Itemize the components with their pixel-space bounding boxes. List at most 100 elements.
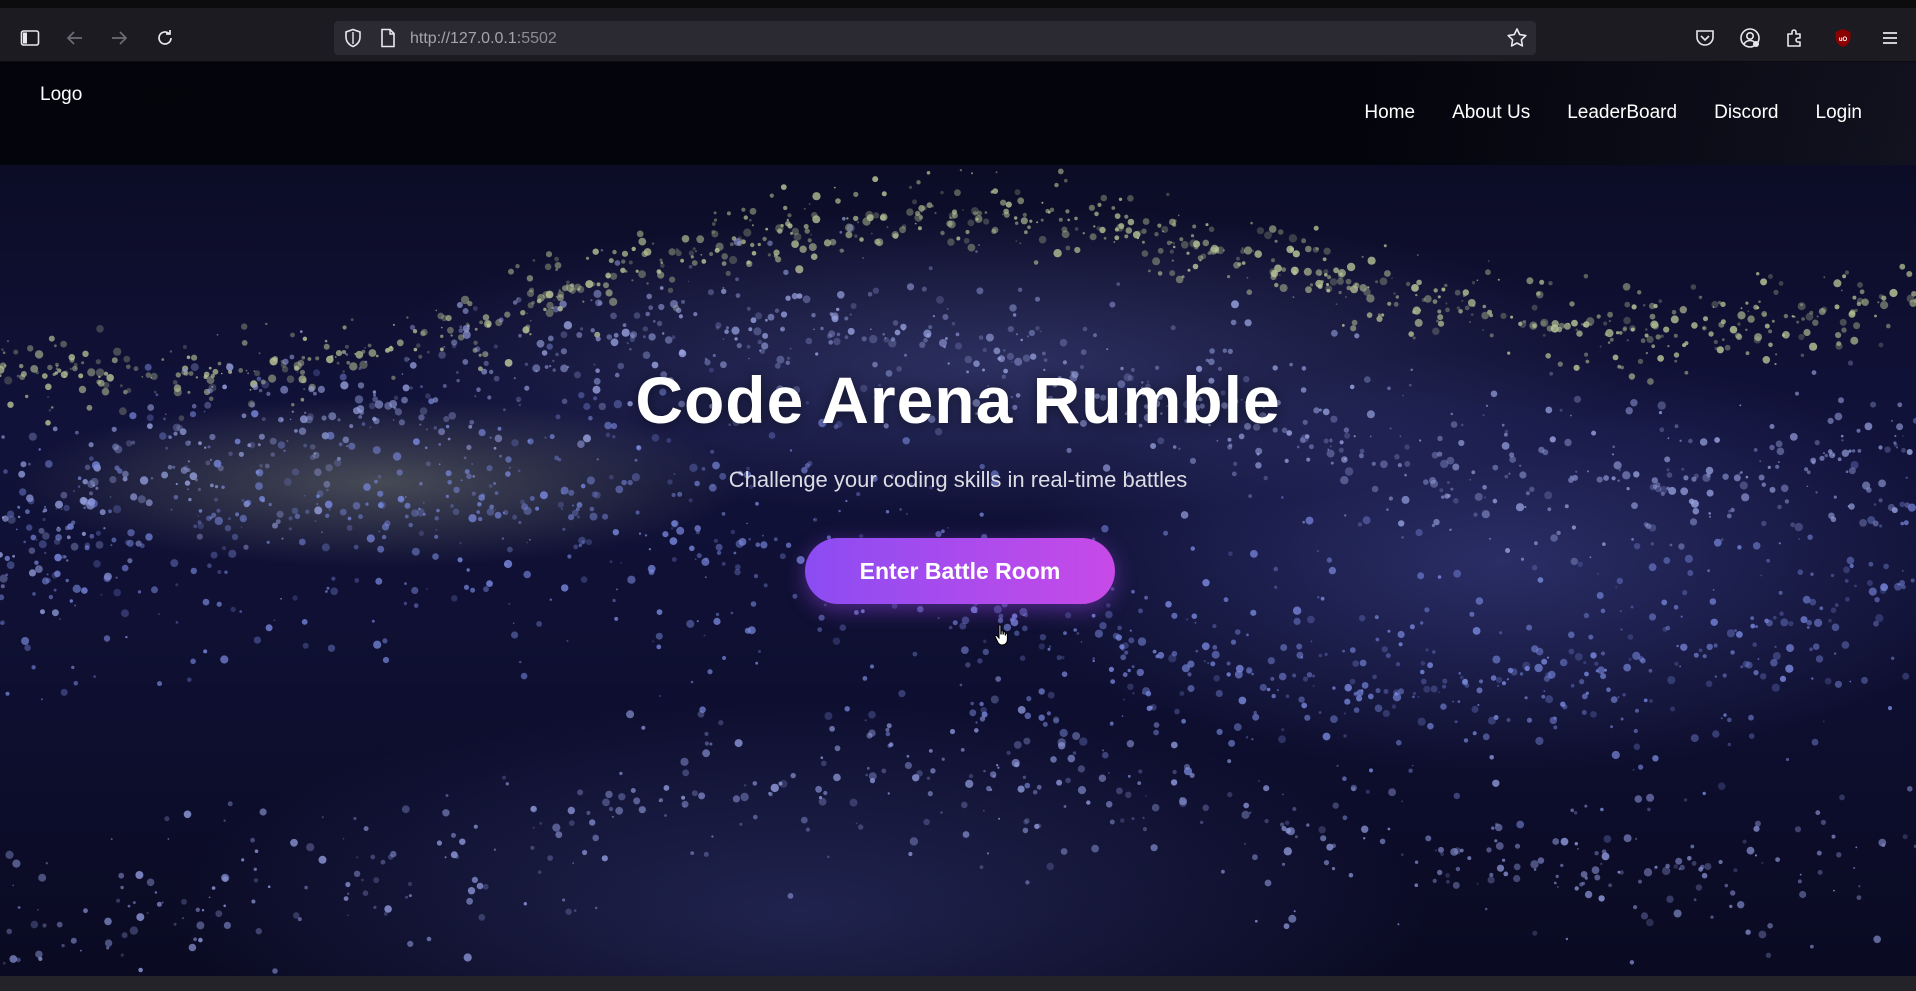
particle-dot [400,497,404,500]
particle-dot [1063,805,1067,808]
particle-dot [450,334,453,337]
particle-dot [761,342,769,350]
particle-dot [1035,326,1040,331]
particle-dot [657,271,665,279]
particle-dot [1545,353,1551,359]
particle-dot [883,337,889,343]
particle-dot [172,465,176,469]
particle-dot [726,326,729,330]
particle-dot [3,469,8,474]
ublock-icon[interactable]: uO [1829,24,1857,52]
particle-dot [1289,362,1293,367]
particle-dot [1660,334,1664,338]
particle-dot [1080,641,1083,643]
particle-dot [1870,401,1877,408]
particle-dot [69,367,73,371]
particle-dot [69,599,74,603]
particle-dot [207,563,212,568]
particle-dot [1623,834,1632,843]
particle-dot [1145,690,1152,697]
particle-dot [445,494,449,498]
particle-dot [42,517,46,522]
particle-dot [1437,314,1444,321]
particle-dot [1570,557,1579,566]
nav-link-leaderboard[interactable]: LeaderBoard [1567,102,1677,124]
back-arrow-icon[interactable] [61,24,89,52]
sidebar-icon[interactable] [16,24,44,52]
particle-dot [1344,683,1352,692]
particle-dot [1133,391,1139,397]
particle-dot [1720,319,1726,325]
particle-dot [129,926,139,935]
particle-dot [1151,803,1160,812]
particle-dot [1544,491,1553,500]
nav-link-discord[interactable]: Discord [1714,102,1778,124]
particle-dot [1487,260,1490,262]
particle-dot [1331,843,1337,848]
particle-dot [1033,260,1039,265]
particle-dot [1690,499,1699,508]
particle-dot [1294,267,1297,270]
particle-dot [95,530,101,536]
particle-dot [89,499,98,508]
particle-dot [1246,289,1253,295]
particle-dot [1022,827,1029,834]
particle-dot [1482,733,1490,741]
particle-dot [183,810,192,819]
enter-battle-room-button[interactable]: Enter Battle Room [805,538,1115,604]
particle-dot [44,551,47,555]
particle-dot [1288,914,1297,923]
particle-dot [1246,276,1249,279]
particle-dot [652,640,655,643]
particle-dot [1461,423,1464,427]
particle-dot [1057,168,1064,175]
particle-dot [1710,618,1718,626]
particle-dot [1318,408,1322,412]
particle-dot [1223,597,1229,603]
particle-dot [1016,333,1018,336]
particle-dot [1880,301,1889,310]
particle-dot [1533,868,1537,871]
pocket-icon[interactable] [1691,24,1719,52]
reload-icon[interactable] [151,24,179,52]
particle-dot [872,361,878,368]
particle-dot [1699,295,1702,299]
url-bar[interactable]: http://127.0.0.1:5502 [334,21,1536,55]
particle-dot [45,862,48,865]
particle-dot [1761,311,1768,317]
particle-dot [1612,354,1619,361]
particle-dot [554,262,562,269]
account-icon[interactable] [1736,24,1764,52]
particle-dot [1270,274,1277,281]
bookmark-star-icon[interactable] [1506,27,1528,49]
particle-dot [919,341,926,348]
particle-dot [605,790,613,799]
particle-dot [1391,704,1397,709]
extensions-icon[interactable] [1781,24,1809,52]
particle-dot [380,859,386,865]
particle-dot [224,570,228,574]
particle-dot [1447,494,1451,498]
particle-dot [701,259,707,264]
particle-dot [563,321,573,330]
shield-icon[interactable] [344,28,362,48]
particle-dot [973,360,980,368]
nav-link-home[interactable]: Home [1364,102,1415,124]
particle-dot [1738,472,1741,476]
particle-dot [667,479,673,485]
particle-dot [743,215,748,220]
particle-dot [968,773,974,779]
particle-dot [1353,435,1356,438]
particle-dot [912,651,918,657]
forward-arrow-icon[interactable] [105,24,133,52]
particle-dot [1065,777,1071,784]
particle-dot [1129,629,1133,632]
menu-icon[interactable] [1876,24,1904,52]
particle-dot [549,434,555,440]
particle-dot [535,506,540,511]
nav-link-about-us[interactable]: About Us [1452,102,1530,124]
particle-dot [24,644,31,652]
site-logo[interactable]: Logo [40,84,82,106]
particle-dot [346,445,348,447]
nav-link-login[interactable]: Login [1816,102,1863,124]
